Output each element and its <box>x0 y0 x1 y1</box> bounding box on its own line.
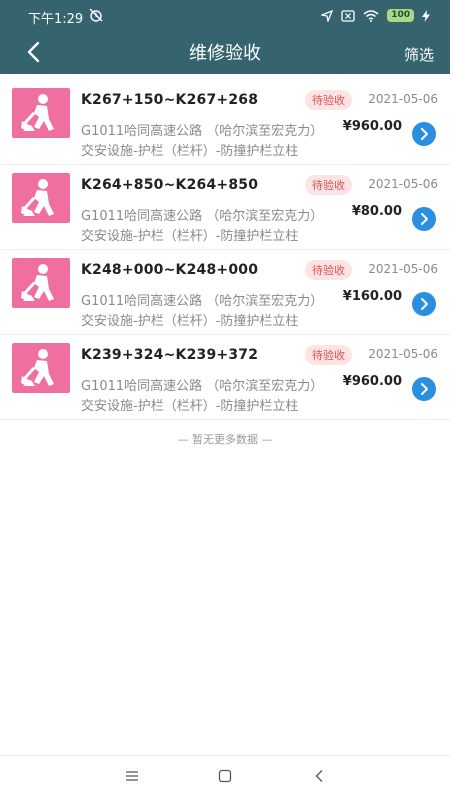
battery-indicator: 100 <box>387 9 414 22</box>
page-title: 维修验收 <box>189 43 261 64</box>
app-header: 下午1:29 100 维修验收 筛选 <box>0 0 450 74</box>
item-type: 交安设施-护栏（栏杆）-防撞护栏立柱 <box>81 229 299 244</box>
repair-list: K267+150~K267+268 待验收 2021-05-06 G1011哈同… <box>0 80 450 420</box>
item-date: 2021-05-06 <box>368 262 438 276</box>
status-badge: 待验收 <box>305 345 352 365</box>
item-date: 2021-05-06 <box>368 177 438 191</box>
wifi-icon <box>363 9 379 22</box>
item-road: G1011哈同高速公路 （哈尔滨至宏克力） <box>81 379 324 394</box>
back-icon[interactable] <box>313 769 327 783</box>
status-badge: 待验收 <box>305 260 352 280</box>
item-road: G1011哈同高速公路 （哈尔滨至宏克力） <box>81 209 324 224</box>
item-road: G1011哈同高速公路 （哈尔滨至宏克力） <box>81 124 324 139</box>
road-worker-icon <box>12 173 70 223</box>
list-item[interactable]: K239+324~K239+372 待验收 2021-05-06 G1011哈同… <box>0 335 450 420</box>
list-item[interactable]: K264+850~K264+850 待验收 2021-05-06 G1011哈同… <box>0 165 450 250</box>
item-code: K248+000~K248+000 <box>81 262 259 278</box>
item-date: 2021-05-06 <box>368 92 438 106</box>
status-badge: 待验收 <box>305 90 352 110</box>
chevron-right-icon[interactable] <box>412 207 436 231</box>
road-worker-icon <box>12 343 70 393</box>
menu-icon[interactable] <box>125 769 139 783</box>
chevron-right-icon[interactable] <box>412 377 436 401</box>
road-worker-icon <box>12 88 70 138</box>
chevron-right-icon[interactable] <box>412 122 436 146</box>
location-icon <box>321 9 334 22</box>
item-code: K264+850~K264+850 <box>81 177 259 193</box>
item-code: K239+324~K239+372 <box>81 347 259 363</box>
list-item[interactable]: K248+000~K248+000 待验收 2021-05-06 G1011哈同… <box>0 250 450 335</box>
system-nav-bar <box>0 755 450 800</box>
nav-bar: 维修验收 筛选 <box>0 32 450 74</box>
item-type: 交安设施-护栏（栏杆）-防撞护栏立柱 <box>81 314 299 329</box>
item-type: 交安设施-护栏（栏杆）-防撞护栏立柱 <box>81 399 299 414</box>
chevron-right-icon[interactable] <box>412 292 436 316</box>
item-type: 交安设施-护栏（栏杆）-防撞护栏立柱 <box>81 144 299 159</box>
item-price: ¥960.00 <box>342 374 402 389</box>
item-road: G1011哈同高速公路 （哈尔滨至宏克力） <box>81 294 324 309</box>
item-price: ¥80.00 <box>351 204 402 219</box>
home-icon[interactable] <box>218 769 232 783</box>
item-price: ¥960.00 <box>342 119 402 134</box>
status-badge: 待验收 <box>305 175 352 195</box>
alarm-off-icon <box>89 8 103 22</box>
sim-card-icon <box>341 9 355 22</box>
item-date: 2021-05-06 <box>368 347 438 361</box>
filter-button[interactable]: 筛选 <box>404 44 434 65</box>
road-worker-icon <box>12 258 70 308</box>
list-item[interactable]: K267+150~K267+268 待验收 2021-05-06 G1011哈同… <box>0 80 450 165</box>
charging-icon <box>422 9 430 22</box>
status-bar: 下午1:29 100 <box>0 0 450 32</box>
item-price: ¥160.00 <box>342 289 402 304</box>
no-more-data: — 暂无更多数据 — <box>177 433 273 446</box>
status-time: 下午1:29 <box>28 12 84 27</box>
item-code: K267+150~K267+268 <box>81 92 259 108</box>
